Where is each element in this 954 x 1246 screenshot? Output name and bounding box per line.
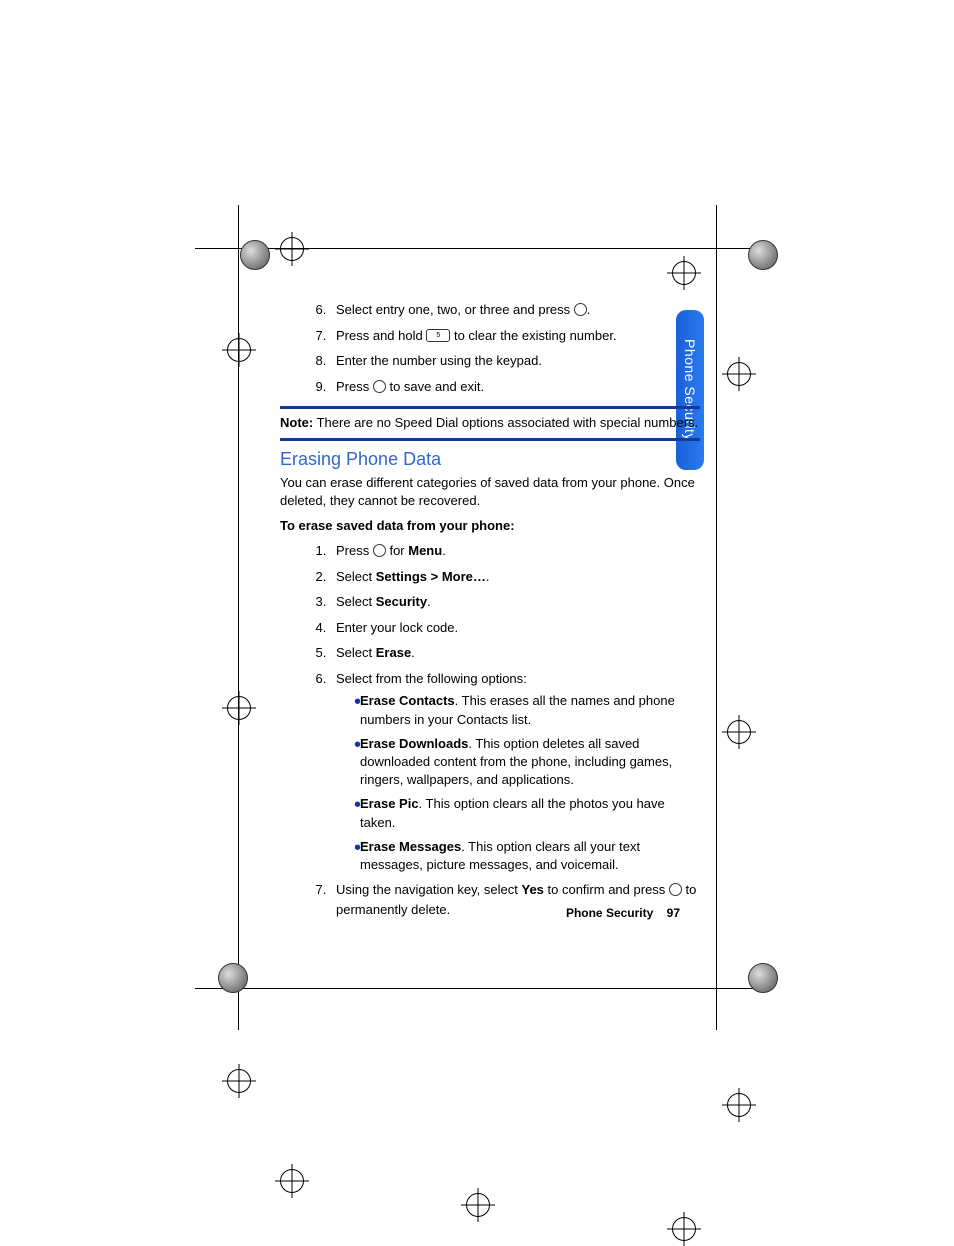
- text-bold: Yes: [521, 882, 543, 897]
- subheading: To erase saved data from your phone:: [280, 518, 700, 533]
- print-orb-icon: [240, 240, 270, 270]
- crop-line: [238, 205, 239, 1030]
- text-bold: Security: [376, 594, 427, 609]
- page-number: 97: [667, 906, 680, 920]
- list-item: Enter your lock code.: [330, 618, 700, 638]
- erase-options-list: Erase Contacts. This erases all the name…: [336, 692, 700, 874]
- intro-paragraph: You can erase different categories of sa…: [280, 474, 700, 510]
- crop-line: [195, 248, 759, 249]
- note-label: Note:: [280, 415, 313, 430]
- erase-steps-list: Press for Menu. Select Settings > More….…: [280, 541, 700, 919]
- ok-key-icon: [669, 883, 682, 896]
- text: Select: [336, 569, 376, 584]
- page-footer: Phone Security 97: [280, 906, 680, 920]
- registration-mark-icon: [672, 261, 696, 285]
- print-orb-icon: [748, 963, 778, 993]
- text: .: [486, 569, 490, 584]
- divider: [280, 438, 700, 441]
- text-bold: Erase Messages: [360, 839, 461, 854]
- note: Note: There are no Speed Dial options as…: [280, 415, 700, 430]
- ok-key-icon: [373, 380, 386, 393]
- text: Press: [336, 543, 373, 558]
- list-item: Press and hold 5 to clear the existing n…: [330, 326, 700, 346]
- text: Enter your lock code.: [336, 620, 458, 635]
- text-bold: Erase Pic: [360, 796, 419, 811]
- text: .: [587, 302, 591, 317]
- list-item: Select Settings > More….: [330, 567, 700, 587]
- page-content: Select entry one, two, or three and pres…: [280, 300, 700, 929]
- registration-mark-icon: [280, 237, 304, 261]
- registration-mark-icon: [227, 696, 251, 720]
- list-item: Select from the following options: Erase…: [330, 669, 700, 874]
- crop-line: [195, 988, 759, 989]
- divider: [280, 406, 700, 409]
- text: Enter the number using the keypad.: [336, 353, 542, 368]
- text: to clear the existing number.: [450, 328, 616, 343]
- list-item: Erase Messages. This option clears all y…: [354, 838, 700, 874]
- text: Select entry one, two, or three and pres…: [336, 302, 574, 317]
- list-item: Select Erase.: [330, 643, 700, 663]
- crop-line: [716, 205, 717, 1030]
- print-orb-icon: [218, 963, 248, 993]
- note-text: There are no Speed Dial options associat…: [313, 415, 698, 430]
- text: Using the navigation key, select: [336, 882, 521, 897]
- registration-mark-icon: [727, 720, 751, 744]
- registration-mark-icon: [727, 1093, 751, 1117]
- registration-mark-icon: [672, 1217, 696, 1241]
- registration-mark-icon: [727, 362, 751, 386]
- section-heading: Erasing Phone Data: [280, 449, 700, 470]
- keypad-key-icon: 5: [426, 329, 450, 342]
- list-item: Erase Pic. This option clears all the ph…: [354, 795, 700, 831]
- registration-mark-icon: [227, 1069, 251, 1093]
- list-item: Enter the number using the keypad.: [330, 351, 700, 371]
- list-item: Press for Menu.: [330, 541, 700, 561]
- text: Press: [336, 379, 373, 394]
- text-bold: Settings > More…: [376, 569, 486, 584]
- text-bold: Erase Downloads: [360, 736, 468, 751]
- text: Select: [336, 594, 376, 609]
- text: .: [411, 645, 415, 660]
- text: .: [442, 543, 446, 558]
- list-item: Erase Contacts. This erases all the name…: [354, 692, 700, 728]
- ok-key-icon: [574, 303, 587, 316]
- list-item: Select Security.: [330, 592, 700, 612]
- text-bold: Erase Contacts: [360, 693, 455, 708]
- text: to save and exit.: [386, 379, 484, 394]
- text: Select: [336, 645, 376, 660]
- text: for: [386, 543, 408, 558]
- continued-steps-list: Select entry one, two, or three and pres…: [280, 300, 700, 396]
- list-item: Press to save and exit.: [330, 377, 700, 397]
- registration-mark-icon: [466, 1193, 490, 1217]
- text-bold: Menu: [408, 543, 442, 558]
- registration-mark-icon: [280, 1169, 304, 1193]
- registration-mark-icon: [227, 338, 251, 362]
- footer-title: Phone Security: [566, 906, 653, 920]
- list-item: Select entry one, two, or three and pres…: [330, 300, 700, 320]
- ok-key-icon: [373, 544, 386, 557]
- text: .: [427, 594, 431, 609]
- print-orb-icon: [748, 240, 778, 270]
- list-item: Erase Downloads. This option deletes all…: [354, 735, 700, 790]
- text-bold: Erase: [376, 645, 411, 660]
- text: Select from the following options:: [336, 671, 527, 686]
- text: Press and hold: [336, 328, 426, 343]
- text: to confirm and press: [544, 882, 669, 897]
